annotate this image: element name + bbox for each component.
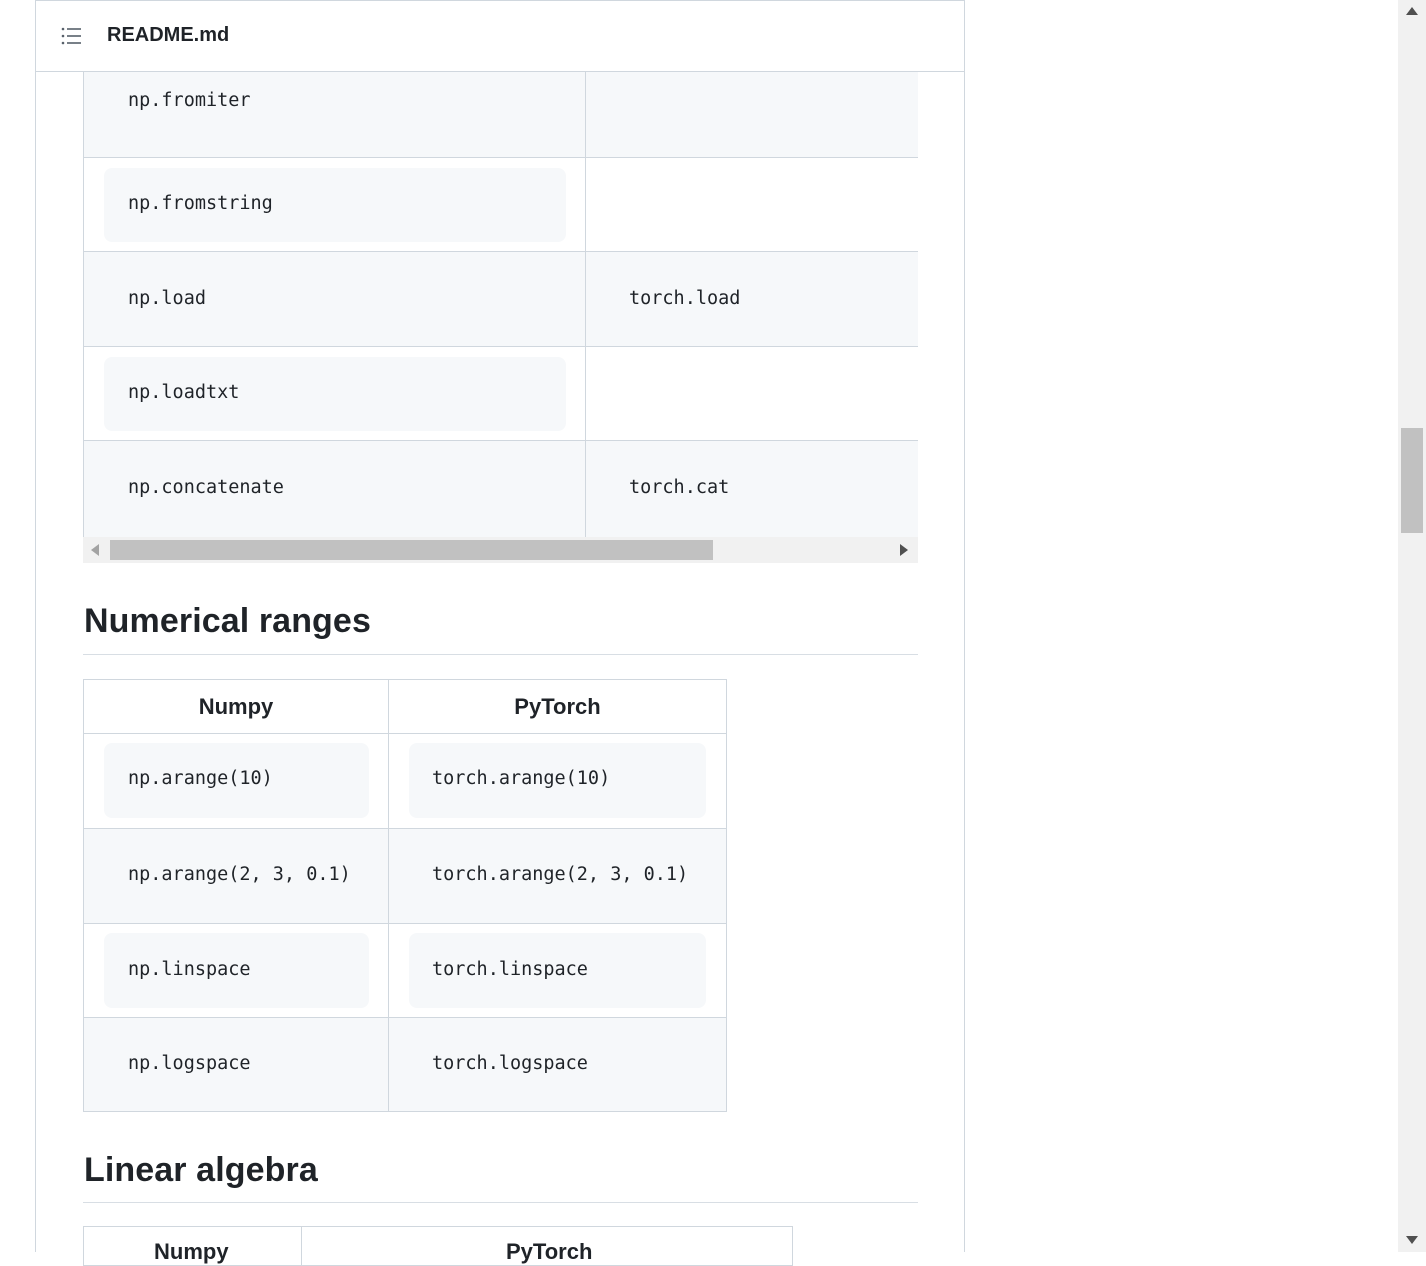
heading-linear-algebra: Linear algebra [84,1151,318,1189]
readme-title[interactable]: README.md [107,24,229,47]
code-text: torch.linspace [432,959,588,980]
file-io-table: np.fromiter np.fromstring np.load torch.… [83,72,918,537]
table-row: np.loadtxt [84,347,918,441]
table-row: np.fromstring [84,158,918,252]
column-header: Numpy [198,694,274,719]
table-header-numpy: Numpy [84,680,389,733]
column-header: PyTorch [506,1239,593,1264]
heading-divider [83,654,918,655]
vertical-scrollbar-thumb[interactable] [1401,428,1423,533]
code-text: np.fromstring [128,193,273,214]
table-cell-numpy: np.load [84,252,586,346]
horizontal-scrollbar-thumb[interactable] [110,540,713,560]
table-header-row: Numpy PyTorch [84,680,726,734]
table-row: np.logspace torch.logspace [84,1018,726,1111]
table-cell-numpy: np.loadtxt [84,347,586,440]
table-row: np.arange(2, 3, 0.1) torch.arange(2, 3, … [84,829,726,924]
table-cell-pytorch: torch.arange(2, 3, 0.1) [389,829,726,923]
table-cell-numpy: np.fromstring [84,158,586,251]
numerical-ranges-table: Numpy PyTorch np.arange(10) torch.arange… [83,679,727,1112]
column-divider [301,1227,302,1265]
horizontal-scrollbar[interactable] [83,537,918,563]
table-cell-numpy: np.arange(10) [84,734,389,828]
table-row: np.load torch.load [84,252,918,347]
code-text: np.arange(2, 3, 0.1) [128,864,351,885]
code-text: np.fromiter [128,90,251,111]
table-row: np.arange(10) torch.arange(10) [84,734,726,829]
table-cell-numpy: np.fromiter [84,72,586,157]
table-row: np.concatenate torch.cat [84,441,918,537]
code-text: np.arange(10) [128,768,273,789]
code-text: np.logspace [128,1053,251,1074]
table-cell-pytorch [586,347,918,440]
table-row: np.linspace torch.linspace [84,924,726,1018]
heading-divider [83,1202,918,1203]
table-cell-numpy: np.logspace [84,1018,389,1111]
list-unordered-icon[interactable] [61,26,81,46]
table-cell-numpy: np.linspace [84,924,389,1017]
heading-numerical-ranges: Numerical ranges [84,602,371,640]
readme-header: README.md [36,1,964,72]
code-text: torch.arange(2, 3, 0.1) [432,864,689,885]
table-cell-pytorch: torch.logspace [389,1018,726,1111]
code-text: torch.cat [629,477,730,498]
column-header: Numpy [154,1239,229,1264]
table-cell-numpy: np.concatenate [84,441,586,537]
table-row: np.fromiter [84,72,918,158]
table-cell-numpy: np.arange(2, 3, 0.1) [84,829,389,923]
scroll-up-arrow-icon[interactable] [1406,7,1418,15]
scroll-right-arrow-icon[interactable] [900,544,908,556]
table-header-pytorch: PyTorch [389,680,726,733]
table-cell-pytorch: torch.linspace [389,924,726,1017]
code-text: np.loadtxt [128,382,240,403]
code-text: torch.load [629,288,741,309]
code-text: torch.arange(10) [432,768,611,789]
linear-algebra-table: Numpy PyTorch [83,1226,793,1266]
code-text: torch.logspace [432,1053,588,1074]
code-text: np.concatenate [128,477,284,498]
table-cell-pytorch: torch.load [586,252,918,346]
table-cell-pytorch: torch.arange(10) [389,734,726,828]
scroll-left-arrow-icon[interactable] [91,544,99,556]
code-text: np.load [128,288,206,309]
column-header: PyTorch [514,694,601,719]
scroll-down-arrow-icon[interactable] [1406,1236,1418,1244]
code-text: np.linspace [128,959,251,980]
vertical-scrollbar[interactable] [1398,0,1426,1252]
table-cell-pytorch [586,158,918,251]
table-cell-pytorch [586,72,918,157]
table-cell-pytorch: torch.cat [586,441,918,537]
